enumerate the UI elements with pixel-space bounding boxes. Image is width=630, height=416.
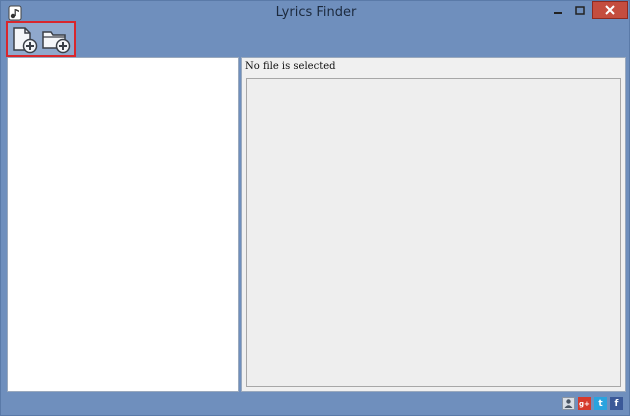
facebook-icon[interactable]: f	[610, 397, 623, 410]
toolbar	[6, 21, 76, 57]
social-links: g+ t f	[562, 397, 623, 410]
selection-status: No file is selected	[245, 61, 336, 72]
close-icon	[605, 5, 615, 15]
minimize-icon	[554, 12, 562, 14]
file-list-panel[interactable]	[7, 57, 239, 392]
user-glyph	[564, 399, 573, 408]
twitter-icon[interactable]: t	[594, 397, 607, 410]
user-icon[interactable]	[562, 397, 575, 410]
maximize-button[interactable]	[570, 1, 590, 21]
title-bar[interactable]: Lyrics Finder	[1, 1, 630, 25]
add-folder-icon	[42, 31, 71, 54]
maximize-icon	[575, 6, 585, 15]
close-button[interactable]	[592, 1, 628, 19]
google-plus-icon[interactable]: g+	[578, 397, 591, 410]
add-file-button[interactable]	[10, 26, 40, 54]
lyrics-text-area[interactable]	[246, 78, 621, 387]
minimize-button[interactable]	[548, 1, 568, 21]
app-window: Lyrics Finder No file is selected g+ t f	[0, 0, 630, 416]
lyrics-panel: No file is selected	[241, 57, 626, 392]
window-title: Lyrics Finder	[275, 5, 357, 20]
add-folder-button[interactable]	[41, 26, 71, 54]
add-file-icon	[13, 27, 38, 54]
